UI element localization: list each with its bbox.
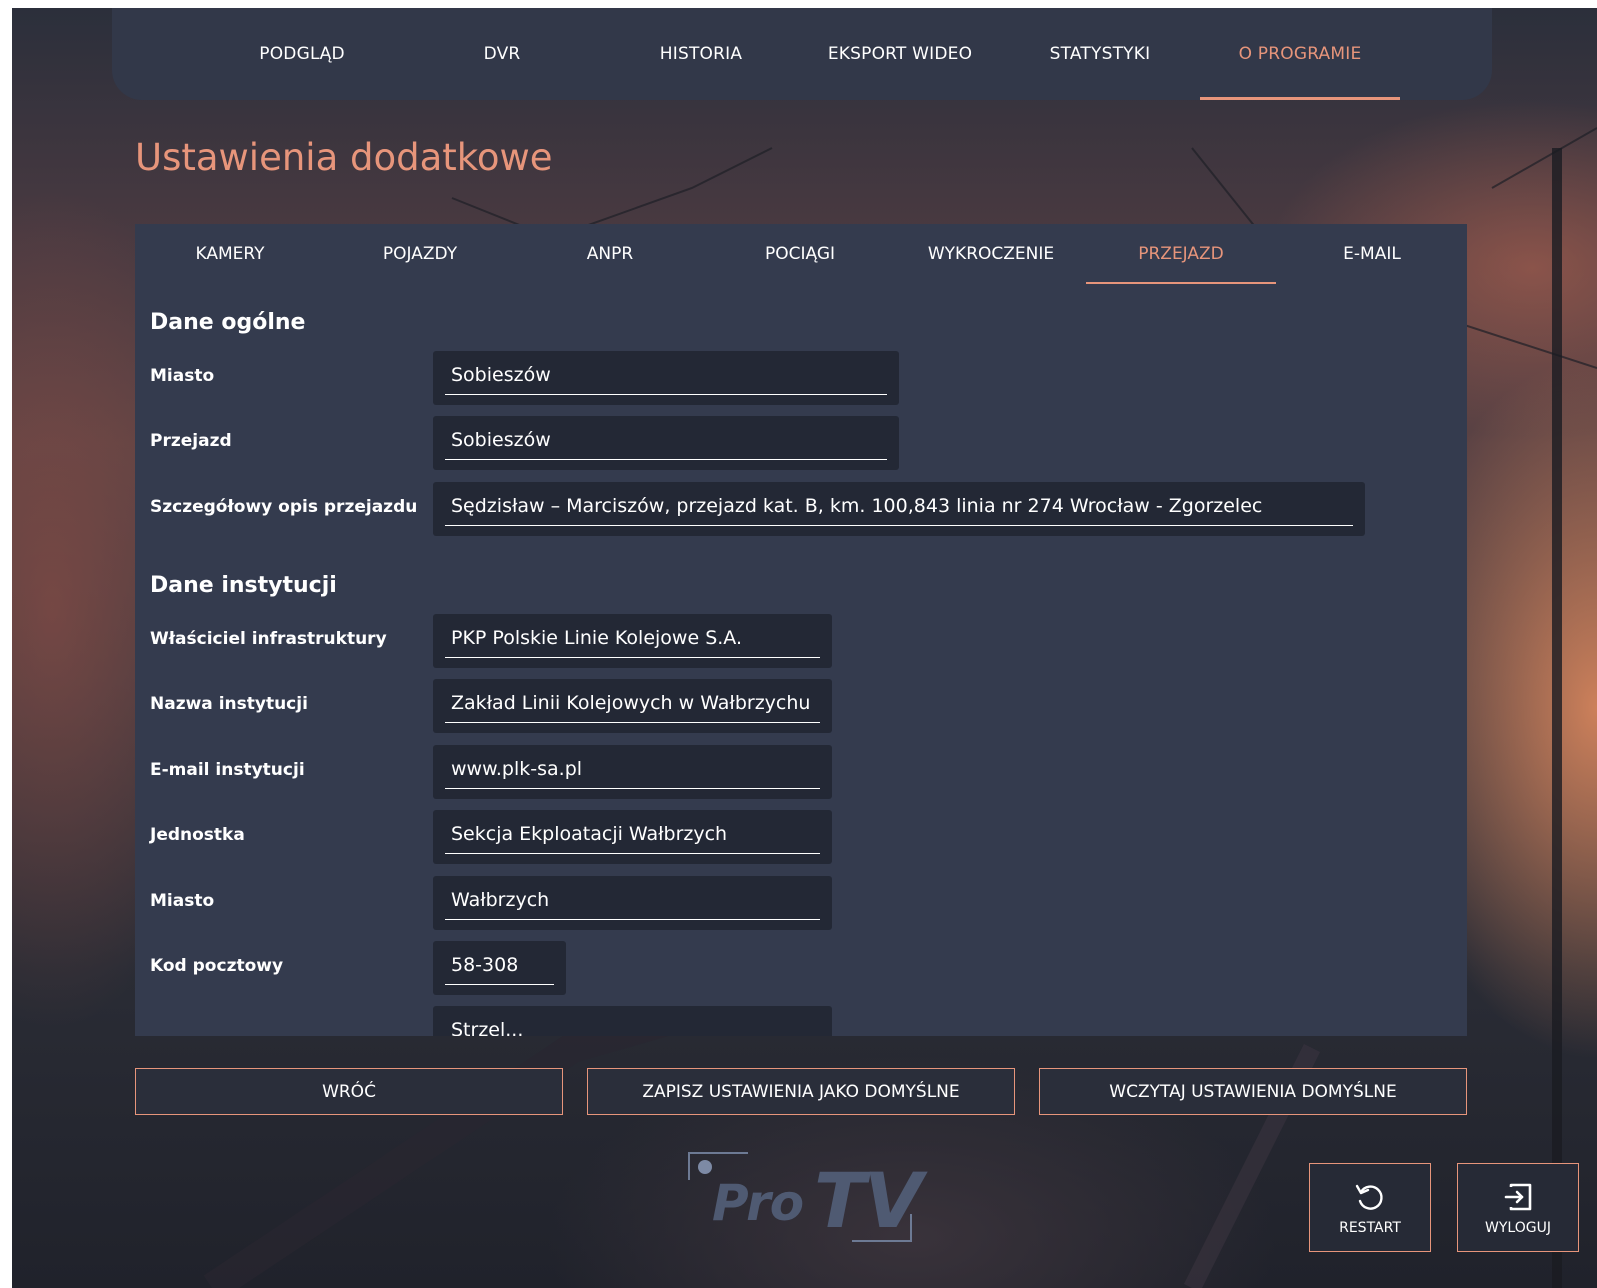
subtab-wykroczenie[interactable]: WYKROCZENIE xyxy=(896,224,1086,284)
email-instytucji-input[interactable] xyxy=(445,749,820,789)
subtab-kamery[interactable]: KAMERY xyxy=(135,224,325,284)
label-jednostka: Jednostka xyxy=(150,825,245,845)
restart-label: RESTART xyxy=(1339,1219,1401,1236)
subtab-przejazd[interactable]: PRZEJAZD xyxy=(1086,224,1276,284)
settings-subtabs: KAMERY POJAZDY ANPR POCIĄGI WYKROCZENIE … xyxy=(135,224,1467,284)
label-email-instytucji: E-mail instytucji xyxy=(150,760,305,780)
restart-icon xyxy=(1355,1184,1383,1210)
jednostka-input[interactable] xyxy=(445,814,820,854)
logout-label: WYLOGUJ xyxy=(1485,1219,1551,1236)
nav-tab-eksport-wideo[interactable]: EKSPORT WIDEO xyxy=(800,8,1000,100)
field-next-partial xyxy=(433,1006,832,1036)
settings-panel: KAMERY POJAZDY ANPR POCIĄGI WYKROCZENIE … xyxy=(135,224,1467,1036)
field-opis-przejazdu xyxy=(433,482,1365,536)
field-email-instytucji xyxy=(433,745,832,799)
restart-button[interactable]: RESTART xyxy=(1309,1163,1431,1252)
save-default-button[interactable]: ZAPISZ USTAWIENIA JAKO DOMYŚLNE xyxy=(587,1068,1015,1115)
field-kod-pocztowy xyxy=(433,941,566,995)
nav-tab-historia[interactable]: HISTORIA xyxy=(601,8,801,100)
opis-przejazdu-input[interactable] xyxy=(445,486,1353,526)
field-jednostka xyxy=(433,810,832,864)
label-przejazd: Przejazd xyxy=(150,431,232,451)
field-miasto-instytucji xyxy=(433,876,832,930)
label-kod-pocztowy: Kod pocztowy xyxy=(150,956,284,976)
page-title: Ustawienia dodatkowe xyxy=(135,136,553,179)
przejazd-input[interactable] xyxy=(445,420,887,460)
logo-text-pro: Pro xyxy=(712,1174,804,1232)
nav-tab-podglad[interactable]: PODGLĄD xyxy=(202,8,402,100)
label-wlasciciel: Właściciel infrastruktury xyxy=(150,629,387,649)
section-title-general: Dane ogólne xyxy=(150,310,306,335)
label-miasto: Miasto xyxy=(150,366,215,386)
load-default-button[interactable]: WCZYTAJ USTAWIENIA DOMYŚLNE xyxy=(1039,1068,1467,1115)
field-wlasciciel xyxy=(433,614,832,668)
subtab-pociagi[interactable]: POCIĄGI xyxy=(705,224,895,284)
field-przejazd xyxy=(433,416,899,470)
section-title-institution: Dane instytucji xyxy=(150,573,337,598)
subtab-e-mail[interactable]: E-MAIL xyxy=(1277,224,1467,284)
nav-tab-statystyki[interactable]: STATYSTYKI xyxy=(1000,8,1200,100)
field-miasto xyxy=(433,351,899,405)
kod-pocztowy-input[interactable] xyxy=(445,945,554,985)
protv-logo: Pro TV xyxy=(688,1148,923,1245)
app-background: PODGLĄD DVR HISTORIA EKSPORT WIDEO STATY… xyxy=(12,8,1597,1288)
top-navigation: PODGLĄD DVR HISTORIA EKSPORT WIDEO STATY… xyxy=(112,8,1492,100)
next-field-input[interactable] xyxy=(445,1010,820,1036)
nazwa-instytucji-input[interactable] xyxy=(445,683,820,723)
logout-button[interactable]: WYLOGUJ xyxy=(1457,1163,1579,1252)
field-nazwa-instytucji xyxy=(433,679,832,733)
miasto-instytucji-input[interactable] xyxy=(445,880,820,920)
subtab-pojazdy[interactable]: POJAZDY xyxy=(325,224,515,284)
wlasciciel-input[interactable] xyxy=(445,618,820,658)
nav-tab-dvr[interactable]: DVR xyxy=(402,8,602,100)
logo-dot xyxy=(698,1160,712,1174)
logout-icon xyxy=(1504,1183,1532,1210)
label-opis-przejazdu: Szczegółowy opis przejazdu xyxy=(150,497,418,517)
back-button[interactable]: WRÓĆ xyxy=(135,1068,563,1115)
subtab-anpr[interactable]: ANPR xyxy=(515,224,705,284)
label-nazwa-instytucji: Nazwa instytucji xyxy=(150,694,308,714)
nav-tab-o-programie[interactable]: O PROGRAMIE xyxy=(1200,8,1400,100)
miasto-input[interactable] xyxy=(445,355,887,395)
logo-text-tv: TV xyxy=(814,1156,923,1245)
label-miasto-instytucji: Miasto xyxy=(150,891,215,911)
